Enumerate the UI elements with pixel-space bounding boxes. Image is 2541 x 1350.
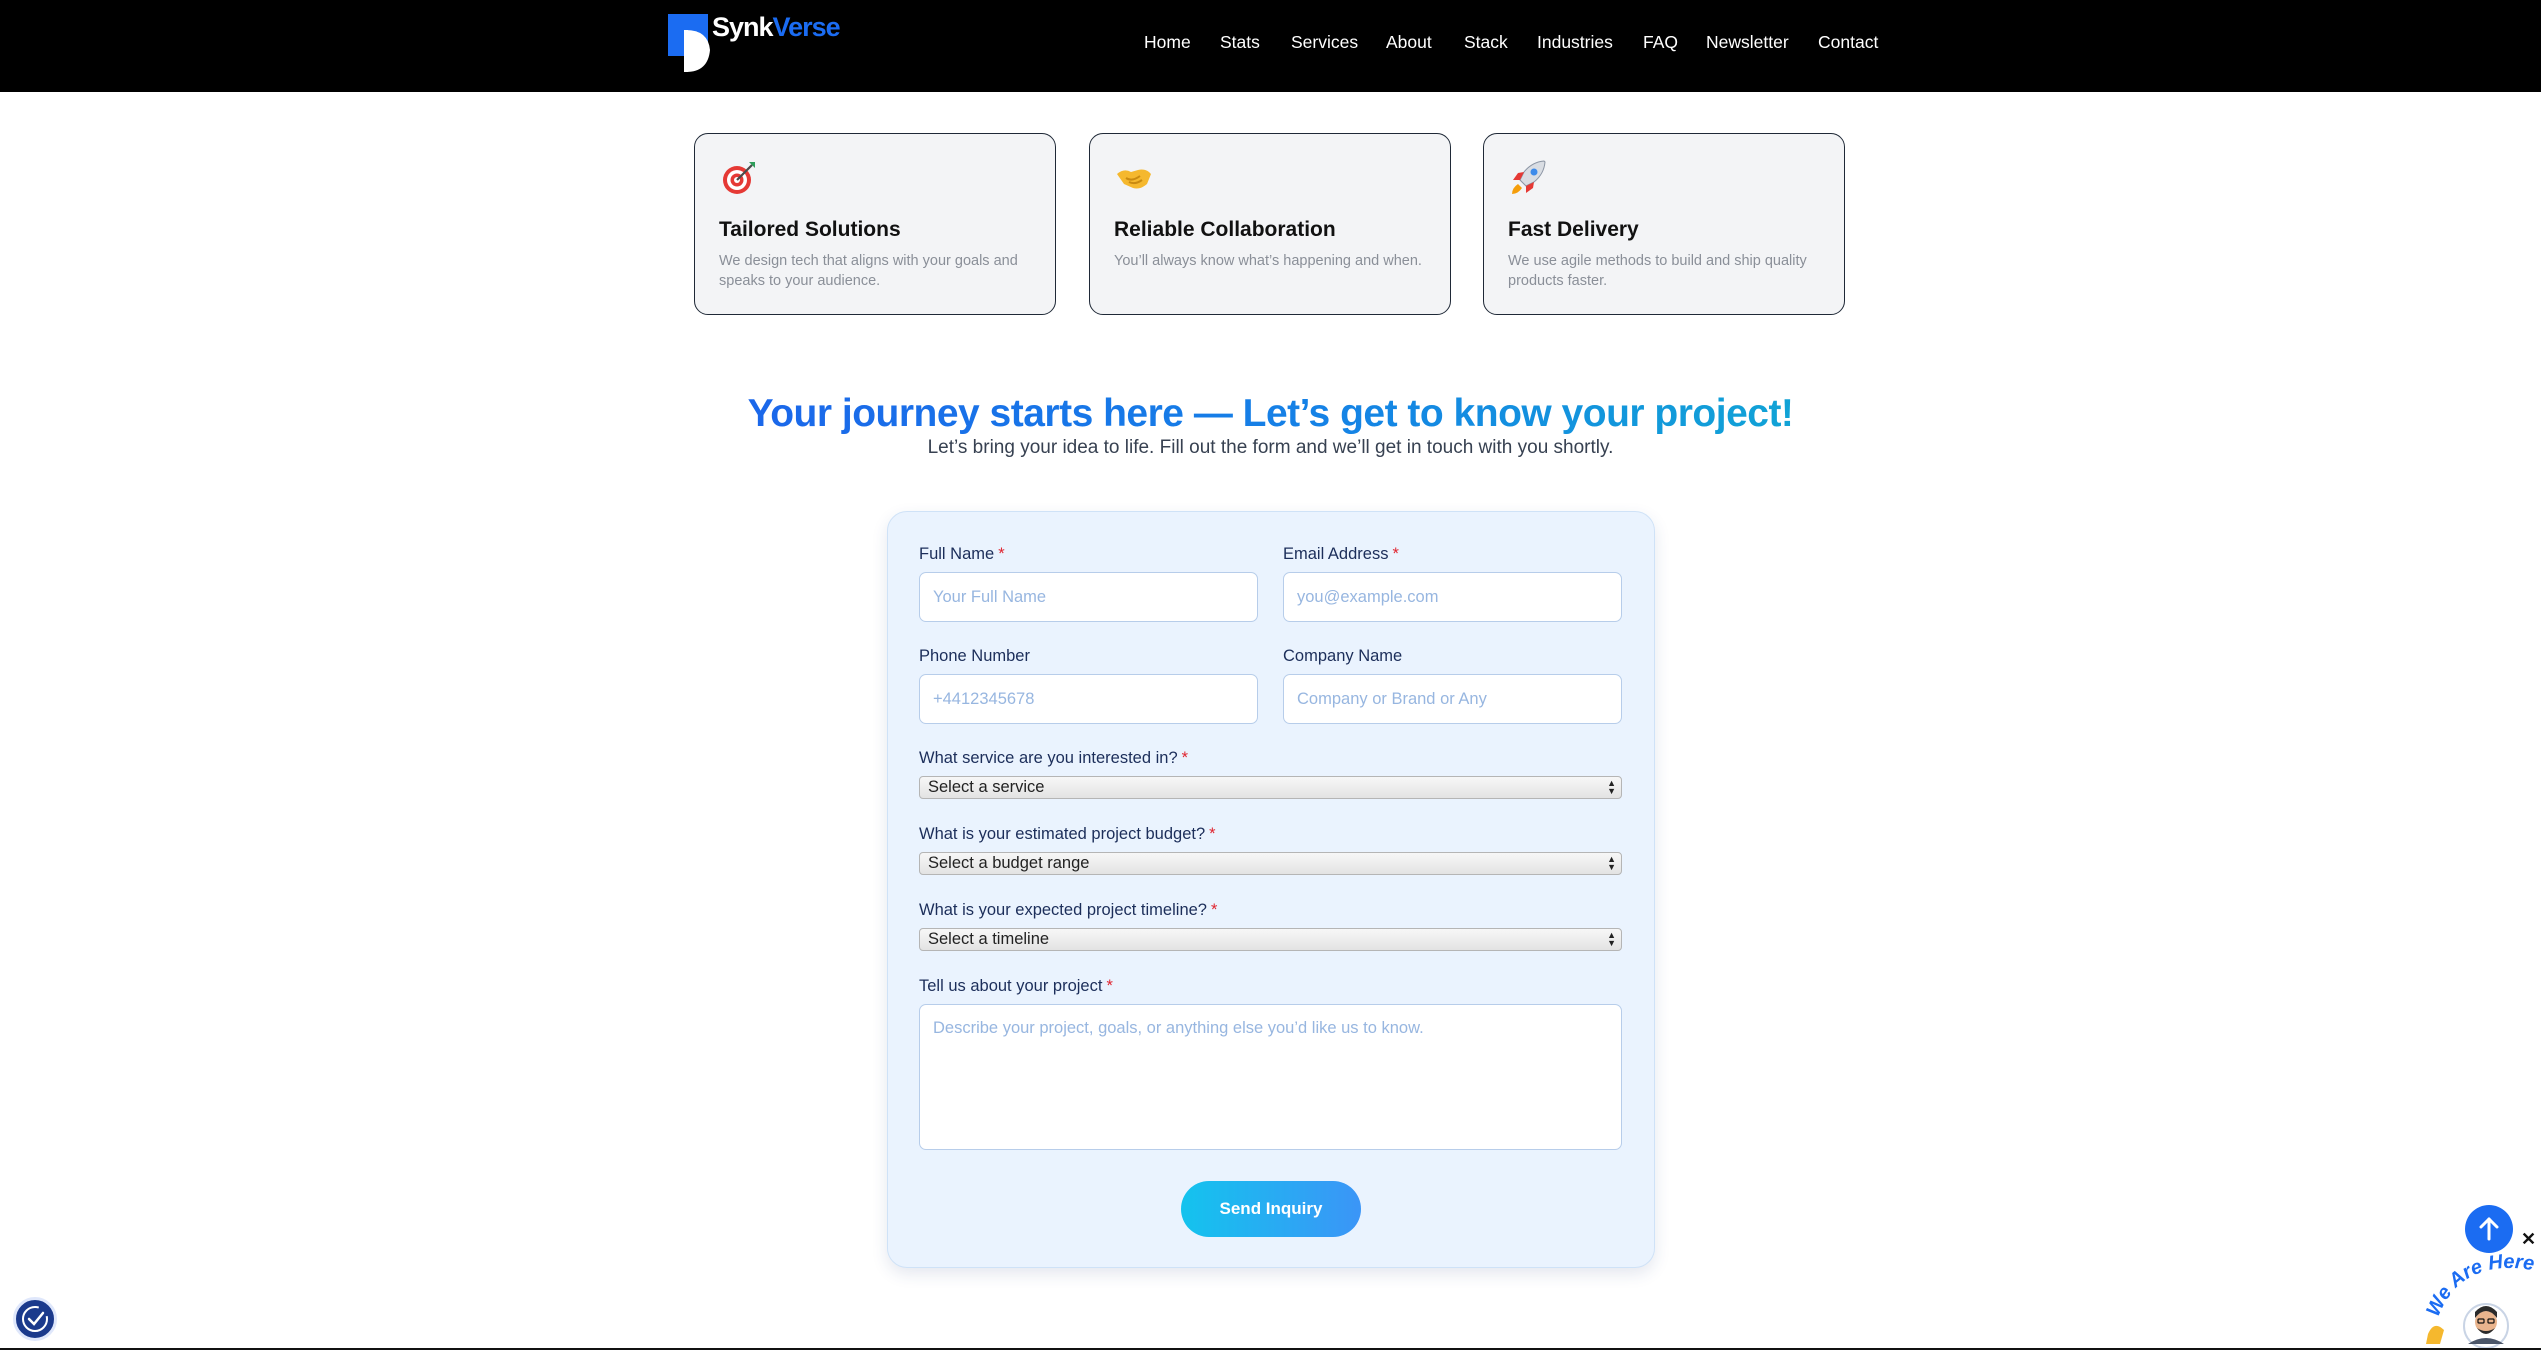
required-marker: *: [1210, 901, 1218, 919]
phone-label-text: Phone Number: [919, 647, 1030, 665]
project-description-textarea[interactable]: [919, 1004, 1622, 1150]
brand-name[interactable]: SynkVerse: [712, 12, 841, 43]
timeline-select-value: Select a timeline: [928, 930, 1050, 948]
select-arrows-icon: ▲ ▼: [1607, 854, 1616, 872]
budget-select[interactable]: Select a budget range ▲ ▼: [919, 852, 1622, 875]
nav-industries[interactable]: Industries: [1537, 32, 1613, 53]
nav-home[interactable]: Home: [1144, 32, 1191, 53]
brand-name-part2: Verse: [772, 12, 841, 42]
handshake-icon: [1117, 169, 1151, 189]
feature-description: You’ll always know what’s happening and …: [1114, 253, 1422, 269]
rocket-icon: [1512, 160, 1546, 194]
service-label-text: What service are you interested in?: [919, 749, 1178, 767]
feature-card-tailored: Tailored Solutions We design tech that a…: [694, 133, 1056, 315]
nav-services[interactable]: Services: [1291, 32, 1358, 53]
email-label-text: Email Address: [1283, 545, 1389, 563]
back-to-top-button[interactable]: [2465, 1205, 2513, 1253]
accessibility-icon: [22, 1306, 48, 1332]
service-label: What service are you interested in? *: [919, 749, 1188, 768]
arrow-up-icon: [2479, 1217, 2499, 1241]
company-label-text: Company Name: [1283, 647, 1403, 665]
nav-newsletter[interactable]: Newsletter: [1706, 32, 1789, 53]
select-arrows-icon: ▲ ▼: [1607, 778, 1616, 796]
page-title: Your journey starts here — Let’s get to …: [0, 392, 2541, 436]
timeline-label-text: What is your expected project timeline?: [919, 901, 1207, 919]
site-header: SynkVerse Home Stats Services About Stac…: [0, 0, 2541, 92]
budget-label-text: What is your estimated project budget?: [919, 825, 1206, 843]
waving-hand-icon: [2426, 1325, 2444, 1344]
close-chat-icon[interactable]: ✕: [2521, 1229, 2536, 1250]
email-input[interactable]: [1283, 572, 1622, 622]
target-icon: [723, 162, 755, 194]
company-input[interactable]: [1283, 674, 1622, 724]
company-label: Company Name: [1283, 647, 1402, 666]
full-name-input[interactable]: [919, 572, 1258, 622]
nav-faq[interactable]: FAQ: [1643, 32, 1678, 53]
email-label: Email Address *: [1283, 545, 1399, 564]
nav-about[interactable]: About: [1386, 32, 1432, 53]
nav-stack[interactable]: Stack: [1464, 32, 1508, 53]
required-marker: *: [1181, 749, 1189, 767]
project-label-text: Tell us about your project: [919, 977, 1103, 995]
inquiry-form: Full Name* Email Address* Phone Number C…: [887, 511, 1655, 1268]
page-subtitle: Let’s bring your idea to life. Fill out …: [927, 437, 1614, 458]
full-name-label: Full Name *: [919, 545, 1005, 564]
required-marker: *: [1392, 545, 1399, 563]
required-marker: *: [1209, 825, 1216, 843]
service-select-value: Select a service: [928, 778, 1045, 796]
feature-description: We design tech that aligns with your goa…: [719, 253, 1018, 289]
required-marker: *: [1106, 977, 1113, 995]
feature-card-collaboration: Reliable Collaboration You’ll always kno…: [1089, 133, 1451, 315]
brand-name-part1: Synk: [712, 12, 774, 42]
feature-title: Reliable Collaboration: [1114, 218, 1336, 241]
phone-input[interactable]: [919, 674, 1258, 724]
nav-contact[interactable]: Contact: [1818, 32, 1878, 53]
budget-select-value: Select a budget range: [928, 854, 1090, 872]
budget-label: What is your estimated project budget? *: [919, 825, 1216, 844]
full-name-label-text: Full Name: [919, 545, 995, 563]
phone-label: Phone Number: [919, 647, 1030, 666]
select-arrows-icon: ▲ ▼: [1607, 930, 1616, 948]
accessibility-button[interactable]: [13, 1297, 57, 1341]
timeline-select[interactable]: Select a timeline ▲ ▼: [919, 928, 1622, 951]
page-title-text: Your journey starts here — Let’s get to …: [747, 392, 1794, 435]
feature-title: Fast Delivery: [1508, 218, 1639, 241]
feature-title: Tailored Solutions: [719, 218, 901, 241]
feature-description: We use agile methods to build and ship q…: [1508, 253, 1807, 289]
required-marker: *: [998, 545, 1005, 563]
feature-card-delivery: Fast Delivery We use agile methods to bu…: [1483, 133, 1845, 315]
chat-widget-badge[interactable]: We Are Here!: [2420, 1248, 2541, 1348]
send-inquiry-button[interactable]: Send Inquiry: [1181, 1181, 1361, 1237]
service-select[interactable]: Select a service ▲ ▼: [919, 776, 1622, 799]
nav-stats[interactable]: Stats: [1220, 32, 1260, 53]
project-label: Tell us about your project *: [919, 977, 1113, 996]
timeline-label: What is your expected project timeline? *: [919, 901, 1217, 920]
